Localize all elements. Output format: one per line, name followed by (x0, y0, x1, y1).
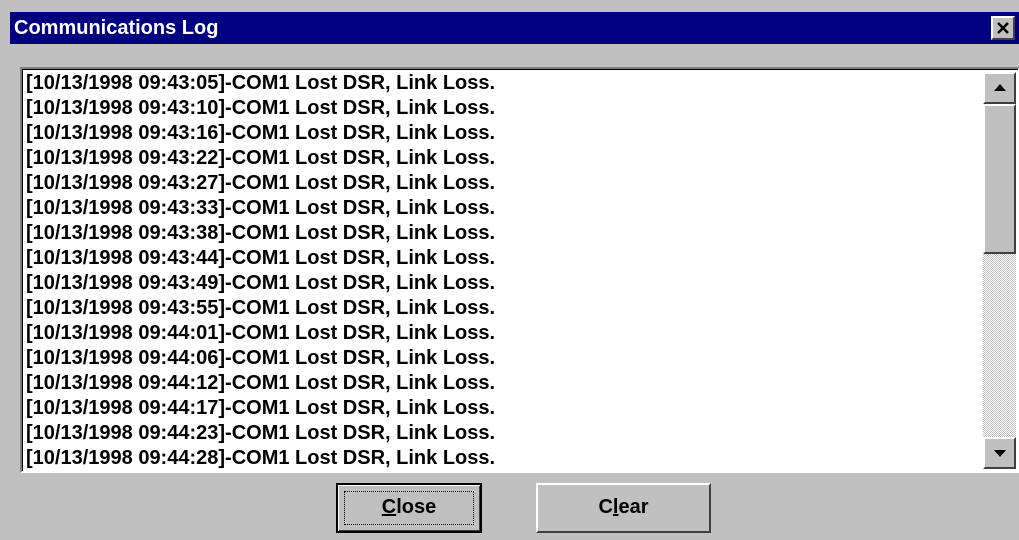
close-button-label: Close (382, 496, 436, 518)
log-line[interactable]: [10/13/1998 09:43:22]-COM1 Lost DSR, Lin… (26, 146, 981, 171)
title-bar: Communications Log (10, 12, 1019, 44)
communications-log-window: Communications Log [10/13/1998 09:43:05]… (0, 0, 1019, 540)
log-line[interactable]: [10/13/1998 09:44:01]-COM1 Lost DSR, Lin… (26, 321, 981, 346)
log-line[interactable]: [10/13/1998 09:43:10]-COM1 Lost DSR, Lin… (26, 96, 981, 121)
window-title: Communications Log (14, 17, 219, 39)
close-accel: C (381, 496, 397, 518)
vertical-scrollbar[interactable] (983, 72, 1016, 469)
title-close-button[interactable] (991, 16, 1015, 40)
scroll-down-button[interactable] (983, 437, 1016, 469)
clear-rest: ear (618, 496, 649, 518)
log-line[interactable]: [10/13/1998 09:43:16]-COM1 Lost DSR, Lin… (26, 121, 981, 146)
log-listbox[interactable]: [10/13/1998 09:43:05]-COM1 Lost DSR, Lin… (20, 67, 1019, 473)
scroll-thumb[interactable] (983, 104, 1016, 254)
arrow-down-icon (994, 450, 1006, 457)
log-line[interactable]: [10/13/1998 09:43:38]-COM1 Lost DSR, Lin… (26, 221, 981, 246)
log-line[interactable]: [10/13/1998 09:43:44]-COM1 Lost DSR, Lin… (26, 246, 981, 271)
log-line[interactable]: [10/13/1998 09:44:12]-COM1 Lost DSR, Lin… (26, 371, 981, 396)
close-rest: lose (396, 496, 437, 518)
log-line[interactable]: [10/13/1998 09:43:55]-COM1 Lost DSR, Lin… (26, 296, 981, 321)
log-line[interactable]: [10/13/1998 09:44:17]-COM1 Lost DSR, Lin… (26, 396, 981, 421)
close-button[interactable]: Close (336, 483, 482, 533)
log-lines: [10/13/1998 09:43:05]-COM1 Lost DSR, Lin… (26, 71, 981, 471)
close-icon (997, 22, 1009, 34)
scroll-up-button[interactable] (983, 72, 1016, 104)
clear-pre: C (598, 496, 613, 518)
arrow-up-icon (994, 84, 1006, 91)
log-line[interactable]: [10/13/1998 09:44:28]-COM1 Lost DSR, Lin… (26, 446, 981, 471)
log-line[interactable]: [10/13/1998 09:44:06]-COM1 Lost DSR, Lin… (26, 346, 981, 371)
log-line[interactable]: [10/13/1998 09:43:33]-COM1 Lost DSR, Lin… (26, 196, 981, 221)
log-line[interactable]: [10/13/1998 09:44:23]-COM1 Lost DSR, Lin… (26, 421, 981, 446)
clear-button-label: Clear (598, 496, 648, 518)
clear-button[interactable]: Clear (536, 483, 711, 533)
log-line[interactable]: [10/13/1998 09:43:05]-COM1 Lost DSR, Lin… (26, 71, 981, 96)
log-line[interactable]: [10/13/1998 09:43:49]-COM1 Lost DSR, Lin… (26, 271, 981, 296)
log-line[interactable]: [10/13/1998 09:43:27]-COM1 Lost DSR, Lin… (26, 171, 981, 196)
